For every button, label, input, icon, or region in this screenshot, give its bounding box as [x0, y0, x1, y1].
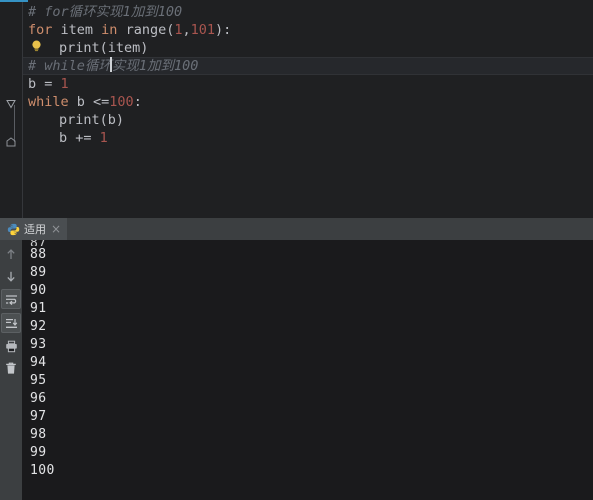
text-caret — [110, 57, 112, 72]
soft-wrap-button[interactable] — [1, 289, 21, 309]
console-output-line: 99 — [30, 445, 47, 460]
console-output-line: 97 — [30, 409, 47, 424]
scroll-to-end-button[interactable] — [1, 313, 21, 333]
console-output-line: 96 — [30, 391, 47, 406]
ide-window: # for循环实现1加到100 for item in range(1,101):… — [0, 0, 593, 500]
printer-icon — [5, 340, 18, 353]
code-token: (b) — [99, 112, 125, 128]
code-token: b — [68, 94, 94, 110]
code-token: # for循环实现1加到100 — [28, 4, 183, 20]
code-token: item — [52, 22, 102, 38]
code-token: print — [59, 112, 100, 128]
console-tab-label: 适用 — [24, 222, 46, 236]
code-token: += — [75, 130, 100, 146]
code-token: : — [133, 94, 142, 110]
run-console-pane: 适用 × 88 89 90 91 92 93 94 95 96 97 98 99… — [0, 218, 593, 500]
console-output-line: 92 — [30, 319, 47, 334]
python-icon — [7, 223, 20, 236]
code-editor-pane[interactable]: # for循环实现1加到100 for item in range(1,101):… — [0, 0, 593, 218]
intention-bulb-icon[interactable] — [31, 40, 42, 52]
code-line[interactable]: print(item) — [0, 39, 593, 57]
console-tabbar: 适用 × — [0, 218, 593, 240]
code-token: <= — [93, 94, 110, 110]
code-token: 1 — [174, 22, 183, 38]
code-token: 101 — [190, 22, 216, 38]
code-token: b — [59, 130, 76, 146]
code-line[interactable]: # for循环实现1加到100 — [0, 3, 593, 21]
code-token: # while循环实现1加到100 — [28, 58, 199, 74]
fold-collapse-arrow-icon[interactable] — [6, 99, 17, 110]
console-output-line: 89 — [30, 265, 47, 280]
console-output-line: 94 — [30, 355, 47, 370]
clear-all-button[interactable] — [2, 359, 20, 377]
arrow-down-icon — [5, 270, 17, 283]
code-line[interactable]: b = 1 — [0, 75, 593, 93]
top-accent-bar — [0, 0, 28, 2]
code-token: ): — [215, 22, 232, 38]
code-token: (item) — [99, 40, 149, 56]
arrow-up-icon — [5, 248, 17, 261]
code-line[interactable]: b += 1 — [0, 129, 593, 147]
print-button[interactable] — [2, 337, 20, 355]
close-icon[interactable]: × — [50, 223, 61, 235]
code-line[interactable]: while b <=100: — [0, 93, 593, 111]
code-token: print — [59, 40, 100, 56]
code-token: 1 — [60, 76, 69, 92]
code-token: 1 — [99, 130, 108, 146]
console-toolbar — [0, 240, 22, 500]
code-token: 100 — [109, 94, 134, 110]
console-output-line: 91 — [30, 301, 47, 316]
soft-wrap-icon — [5, 294, 18, 305]
scroll-up-button[interactable] — [2, 245, 20, 263]
console-output-line: 100 — [30, 463, 55, 478]
console-tab-python[interactable]: 适用 × — [0, 218, 68, 240]
scroll-down-button[interactable] — [2, 267, 20, 285]
console-output-line: 95 — [30, 373, 47, 388]
code-token: , — [182, 22, 191, 38]
console-output[interactable]: 87888990919293949596979899100 — [22, 240, 593, 500]
console-output-line: 88 — [30, 247, 47, 262]
fold-region-end-icon[interactable] — [6, 137, 17, 148]
code-token: while — [28, 94, 69, 110]
code-line[interactable]: # while循环实现1加到100 — [0, 57, 593, 75]
console-output-line: 93 — [30, 337, 47, 352]
console-body: 87888990919293949596979899100 — [0, 240, 593, 500]
trash-icon — [5, 362, 17, 375]
console-output-line: 98 — [30, 427, 47, 442]
scroll-to-end-icon — [5, 318, 18, 329]
code-token: = — [44, 76, 61, 92]
code-line[interactable]: for item in range(1,101): — [0, 21, 593, 39]
code-token: range — [117, 22, 167, 38]
code-token: in — [101, 22, 118, 38]
gutter-divider — [22, 0, 23, 218]
code-token: b — [28, 76, 45, 92]
code-token: for — [28, 22, 53, 38]
code-lines-container[interactable]: # for循环实现1加到100 for item in range(1,101):… — [0, 0, 593, 218]
code-line[interactable]: print(b) — [0, 111, 593, 129]
console-output-line: 90 — [30, 283, 47, 298]
